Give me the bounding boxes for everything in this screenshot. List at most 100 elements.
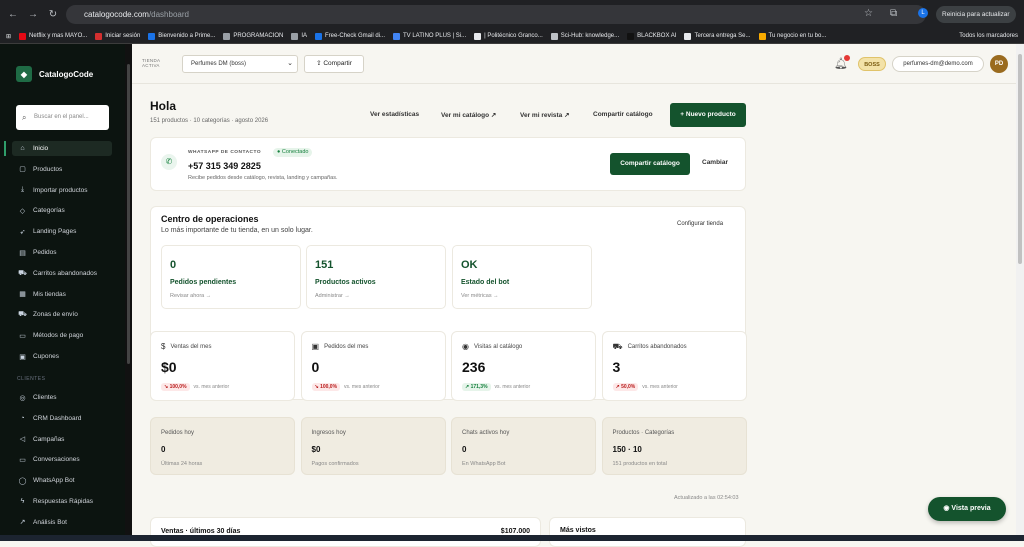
profile-icon[interactable]: L — [918, 8, 928, 18]
sidebar-item-conversaciones[interactable]: ▭ Conversaciones — [12, 452, 112, 467]
bookmark-label: | Politécnico Granco... — [484, 33, 543, 39]
today-value: $0 — [311, 445, 321, 454]
link-stats[interactable]: Ver estadísticas — [370, 111, 419, 118]
brand-logo-icon: ◆ — [16, 66, 32, 82]
today-value: 0 — [161, 445, 166, 454]
bookmark-favicon-icon — [393, 32, 401, 40]
all-bookmarks[interactable]: Todos los marcadores — [959, 33, 1018, 39]
whatsapp-card: ✆ WHATSAPP DE CONTACTO ● Conectado +57 3… — [150, 137, 746, 191]
ops-label: Pedidos pendientes — [170, 279, 237, 286]
configure-store-link[interactable]: Configurar tienda — [677, 221, 723, 227]
ops-card-pending[interactable]: 0 Pedidos pendientes Revisar ahora → — [161, 245, 301, 309]
most-viewed-title: Más vistos — [560, 527, 596, 534]
today-note: Pagos confirmados — [311, 461, 359, 467]
bookmark-item[interactable]: Free-Check Gmail di... — [315, 32, 386, 40]
extensions-icon[interactable]: ⧉ — [890, 8, 897, 19]
bookmark-item[interactable]: Bienvenido a Prime... — [148, 32, 215, 40]
store-label-text: TIENDA ACTIVA — [142, 58, 161, 68]
new-product-button[interactable]: + Nuevo producto — [670, 103, 746, 127]
change-number-button[interactable]: Cambiar — [702, 159, 728, 166]
sidebar-item-importar-productos[interactable]: ⤓ Importar productos — [12, 183, 112, 198]
sidebar-item-label: Cupones — [33, 353, 60, 360]
sidebar-item-crm-dashboard[interactable]: ◔ CRM Dashboard — [12, 411, 112, 426]
sidebar-item-label: Carritos abandonados — [33, 269, 97, 277]
top-bar: TIENDA ACTIVA Perfumes DM (boss) ⌄ ⇪ Com… — [132, 44, 1024, 84]
sidebar-item-an-lisis-bot[interactable]: ↗ Análisis Bot — [12, 515, 112, 530]
delta-note: vs. mes anterior — [494, 384, 531, 390]
section-clientes: CLIENTES — [17, 376, 46, 382]
bookmark-item[interactable]: IA — [291, 32, 307, 40]
link-catalog[interactable]: Ver mi catálogo ↗ — [441, 111, 496, 119]
ops-card-products[interactable]: 151 Productos activos Administrar → — [306, 245, 446, 309]
bookmark-label: Free-Check Gmail di... — [325, 33, 386, 39]
bookmark-item[interactable]: | Politécnico Granco... — [474, 32, 543, 40]
user-email[interactable]: perfumes-dm@demo.com — [892, 56, 984, 72]
sidebar-item-productos[interactable]: ▢ Productos — [12, 162, 112, 177]
sidebar-item-categor-as[interactable]: ◇ Categorías — [12, 203, 112, 218]
sidebar-item-label: Zonas de envío — [33, 311, 78, 319]
sidebar-item-respuestas-r-pidas[interactable]: ϟ Respuestas Rápidas — [12, 494, 112, 509]
sidebar-item-cupones[interactable]: ▣ Cupones — [12, 349, 112, 364]
bookmark-favicon-icon — [550, 32, 558, 40]
search-placeholder: Buscar en el panel... — [34, 114, 89, 120]
forward-icon[interactable]: → — [26, 9, 40, 20]
users-icon: ◎ — [19, 394, 26, 402]
delta-badge: ↗ 50,0% — [612, 383, 639, 391]
address-bar[interactable]: catalogocode.com/dashboard — [66, 5, 926, 24]
bookmark-item[interactable]: Sci-Hub: knowledge... — [550, 32, 619, 40]
reload-icon[interactable]: ↻ — [46, 9, 60, 20]
role-badge: BOSS — [858, 57, 886, 71]
back-icon[interactable]: ← — [6, 9, 20, 20]
ops-action[interactable]: Administrar → — [315, 293, 350, 299]
ops-action[interactable]: Ver métricas → — [461, 293, 499, 299]
stat-card[interactable]: ▣ Pedidos del mes 0 ↘ 100,0% vs. mes anterio… — [300, 331, 446, 401]
star-icon[interactable]: ☆ — [864, 8, 873, 19]
avatar[interactable]: PD — [990, 55, 1008, 73]
bookmark-item[interactable]: Tercera entrega Se... — [684, 32, 751, 40]
brand[interactable]: ◆ CatalogoCode — [16, 66, 93, 82]
page-scroll-thumb[interactable] — [1018, 54, 1022, 264]
stat-value: 0 — [311, 359, 320, 375]
today-card: Ingresos hoy $0 Pagos confirmados — [300, 417, 446, 475]
stat-delta-row: ↘ 100,0% vs. mes anterior — [311, 383, 380, 391]
sidebar-search-input[interactable]: ⌕ Buscar en el panel... — [16, 105, 109, 130]
bookmark-item[interactable]: TV LATINO PLUS | Si... — [393, 32, 466, 40]
bookmark-item[interactable]: Iniciar sesión — [95, 32, 140, 40]
sidebar-item-carritos-abandonados[interactable]: ⛟ Carritos abandonados — [12, 266, 112, 281]
ticket-icon: ▣ — [19, 353, 26, 361]
sidebar-item-inicio[interactable]: ⌂ Inicio — [12, 141, 112, 156]
ops-action[interactable]: Revisar ahora → — [170, 293, 211, 299]
stat-title: Visitas al catálogo — [473, 343, 523, 350]
page-scrollbar[interactable] — [1016, 44, 1024, 541]
sidebar-item-whatsapp-bot[interactable]: ◯ WhatsApp Bot — [12, 473, 112, 488]
ops-card-bot[interactable]: OK Estado del bot Ver métricas → — [452, 245, 592, 309]
link-magazine[interactable]: Ver mi revista ↗ — [520, 111, 570, 119]
stat-delta-row: ↗ 50,0% vs. mes anterior — [612, 383, 678, 391]
sidebar-item-label: WhatsApp Bot — [33, 477, 75, 485]
sidebar-item-mis-tiendas[interactable]: ▦ Mis tiendas — [12, 287, 112, 302]
sidebar-item-pedidos[interactable]: ▤ Pedidos — [12, 245, 112, 260]
bookmark-item[interactable]: PROGRAMACION — [223, 32, 283, 40]
preview-button[interactable]: ◉ Vista previa — [928, 497, 1006, 521]
sidebar-scrollbar[interactable] — [125, 44, 132, 541]
stat-card[interactable]: ⛟ Carritos abandonados 3 ↗ 50,0% vs. mes ant… — [601, 331, 747, 401]
share-catalog-button[interactable]: Compartir catálogo — [610, 153, 690, 175]
stat-card[interactable]: $ Ventas del mes $0 ↘ 100,0% vs. mes anterio… — [150, 331, 295, 401]
update-button[interactable]: Reinicia para actualizar — [936, 6, 1016, 23]
sidebar-item-zonas-de-env-o[interactable]: ⛟ Zonas de envío — [12, 307, 112, 322]
bookmark-item[interactable]: BLACKBOX AI — [627, 32, 676, 40]
sidebar-item-m-todos-de-pago[interactable]: ▭ Métodos de pago — [12, 328, 112, 343]
stat-card[interactable]: ◉ Visitas al catálogo 236 ↗ 171,3% vs. mes a… — [451, 331, 596, 401]
store-select[interactable]: Perfumes DM (boss) ⌄ — [182, 55, 298, 73]
today-note: 151 productos en total — [612, 461, 667, 467]
bookmark-item[interactable]: Tu negocio en tu bo... — [758, 32, 826, 40]
share-button[interactable]: ⇪ Compartir — [304, 55, 364, 73]
sidebar-item-landing-pages[interactable]: ➶ Landing Pages — [12, 224, 112, 239]
sidebar-item-clientes[interactable]: ◎ Clientes — [12, 390, 112, 405]
link-share-catalog[interactable]: Compartir catálogo — [593, 111, 653, 118]
sidebar-item-campa-as[interactable]: ◁ Campañas — [12, 432, 112, 447]
bell-icon[interactable]: 🔔︎ — [834, 55, 850, 70]
apps-icon[interactable]: ⊞ — [6, 33, 11, 40]
bookmark-item[interactable]: Netflix y mas MAYO... — [19, 32, 87, 40]
sidebar-scroll-thumb[interactable] — [127, 64, 130, 364]
